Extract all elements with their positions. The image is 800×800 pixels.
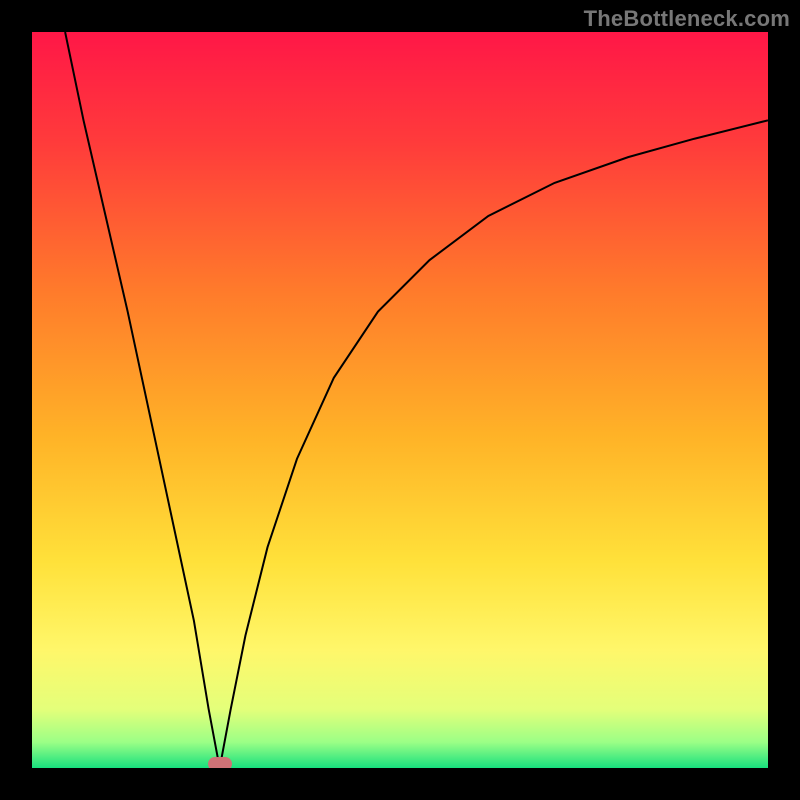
bottleneck-curve	[32, 32, 768, 768]
chart-frame: TheBottleneck.com	[0, 0, 800, 800]
watermark-text: TheBottleneck.com	[584, 6, 790, 32]
minimum-marker	[208, 757, 232, 768]
plot-area	[32, 32, 768, 768]
